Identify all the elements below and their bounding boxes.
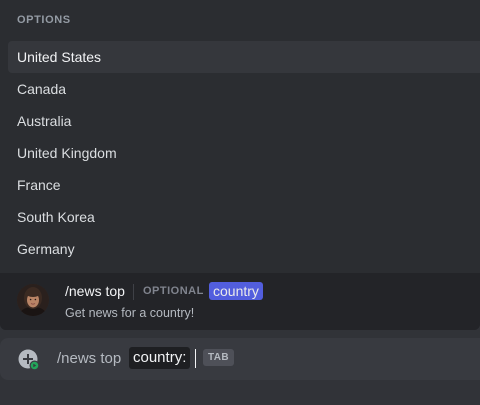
- options-header: OPTIONS: [17, 14, 71, 26]
- option-item-australia[interactable]: Australia: [8, 105, 480, 137]
- autocomplete-popup: OPTIONS United States Canada Australia U…: [0, 0, 480, 330]
- tab-hint-badge: TAB: [203, 349, 235, 366]
- option-item-united-states[interactable]: United States: [8, 41, 480, 73]
- option-item-germany[interactable]: Germany: [8, 233, 480, 265]
- plus-circle-icon[interactable]: [18, 349, 40, 371]
- option-item-france[interactable]: France: [8, 169, 480, 201]
- option-item-south-korea[interactable]: South Korea: [8, 201, 480, 233]
- command-divider: [133, 284, 134, 300]
- app-root: OPTIONS United States Canada Australia U…: [0, 0, 480, 405]
- param-input-chip[interactable]: country:: [129, 347, 191, 369]
- command-param-badge: country: [209, 282, 263, 300]
- user-avatar-icon: [17, 284, 49, 316]
- command-text: /news top: [57, 350, 122, 367]
- option-list: United States Canada Australia United Ki…: [8, 41, 480, 265]
- optional-label: OPTIONAL: [143, 285, 204, 297]
- text-caret: [195, 349, 196, 368]
- command-info-row[interactable]: /news top OPTIONAL country Get news for …: [0, 273, 480, 330]
- command-description: Get news for a country!: [65, 306, 195, 320]
- command-name: /news top: [65, 283, 125, 299]
- option-item-united-kingdom[interactable]: United Kingdom: [8, 137, 480, 169]
- message-input-bar[interactable]: /news top country: TAB: [0, 338, 480, 380]
- option-item-canada[interactable]: Canada: [8, 73, 480, 105]
